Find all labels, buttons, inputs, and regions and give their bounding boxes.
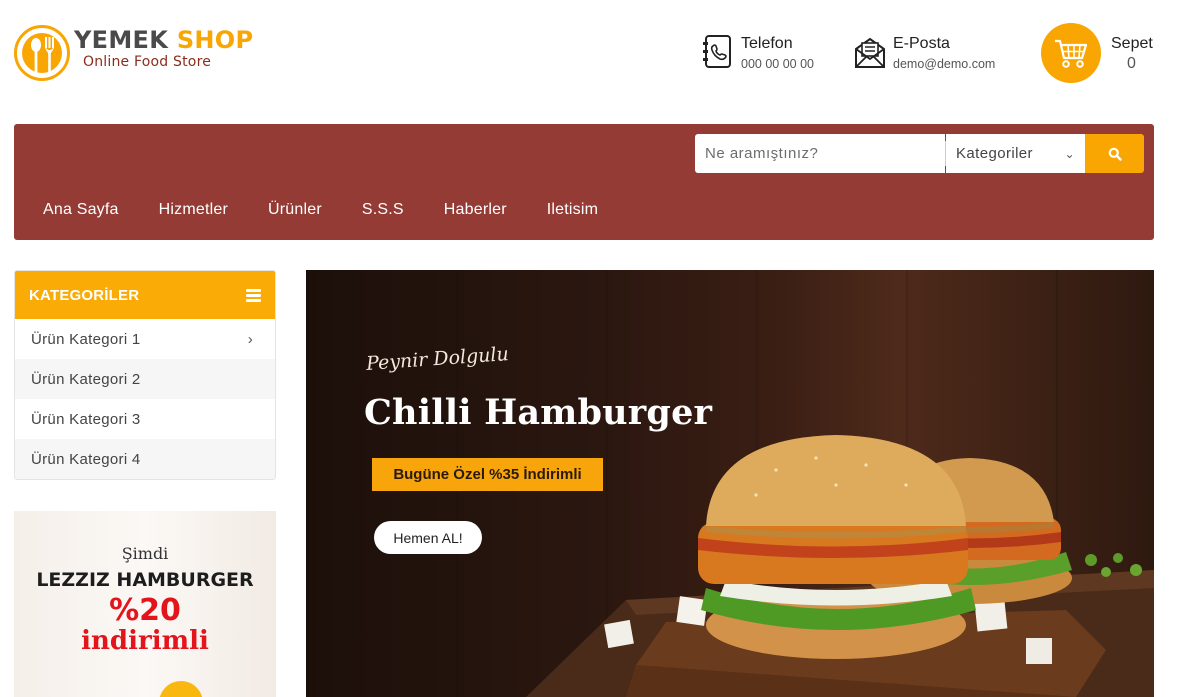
menu-bars-icon[interactable] bbox=[246, 287, 261, 304]
promo-starburst-icon bbox=[159, 681, 203, 697]
cart-count: 0 bbox=[1127, 55, 1136, 72]
promo-banner[interactable]: Şimdi LEZZIZ HAMBURGER %20 indirimli bbox=[14, 511, 276, 697]
nav-item-news[interactable]: Haberler bbox=[444, 201, 507, 219]
site-logo[interactable]: YEMEK SHOP Online Food Store bbox=[14, 25, 253, 81]
fork-spoon-icon bbox=[14, 25, 70, 81]
phone-book-icon bbox=[703, 35, 731, 68]
category-item-label: Ürün Kategori 3 bbox=[31, 410, 141, 428]
main-navbar: Kategoriler ⌄ Ana Sayfa Hizmetler Ürünle… bbox=[14, 124, 1154, 240]
nav-item-home[interactable]: Ana Sayfa bbox=[43, 201, 119, 219]
brand-name: YEMEK SHOP bbox=[74, 26, 254, 54]
brand-tagline: Online Food Store bbox=[83, 54, 212, 70]
email-label: E-Posta bbox=[893, 35, 950, 52]
shopping-cart-icon bbox=[1055, 39, 1088, 68]
category-item-label: Ürün Kategori 4 bbox=[31, 450, 141, 468]
search-input[interactable] bbox=[695, 134, 945, 173]
promo-discount: %20 bbox=[109, 593, 181, 628]
search-button[interactable] bbox=[1085, 134, 1144, 173]
phone-number[interactable]: 000 00 00 00 bbox=[741, 57, 814, 71]
category-panel-title: KATEGORİLER bbox=[29, 286, 140, 304]
category-panel: KATEGORİLER Ürün Kategori 1 › Ürün Kateg… bbox=[14, 270, 276, 480]
search-bar: Kategoriler ⌄ bbox=[695, 134, 1144, 173]
cart-label[interactable]: Sepet bbox=[1111, 35, 1153, 53]
buy-now-button[interactable]: Hemen AL! bbox=[374, 521, 482, 554]
promo-line-1: Şimdi bbox=[121, 544, 169, 563]
cart-button[interactable] bbox=[1041, 23, 1101, 83]
category-select[interactable]: Kategoriler ⌄ bbox=[946, 134, 1085, 173]
envelope-icon bbox=[855, 37, 885, 68]
category-item[interactable]: Ürün Kategori 3 bbox=[15, 399, 275, 439]
nav-item-contact[interactable]: Iletisim bbox=[547, 201, 598, 219]
category-item-label: Ürün Kategori 1 bbox=[31, 330, 141, 348]
chevron-right-icon: › bbox=[247, 330, 253, 348]
email-address[interactable]: demo@demo.com bbox=[893, 57, 995, 71]
email-contact[interactable]: E-Posta demo@demo.com bbox=[854, 34, 995, 71]
hero-discount-badge: Bugüne Özel %35 İndirimli bbox=[372, 458, 603, 491]
chevron-down-icon: ⌄ bbox=[1064, 146, 1075, 161]
category-item[interactable]: Ürün Kategori 1 › bbox=[15, 319, 275, 359]
phone-label: Telefon bbox=[741, 35, 793, 52]
nav-item-faq[interactable]: S.S.S bbox=[362, 201, 404, 219]
category-item[interactable]: Ürün Kategori 2 bbox=[15, 359, 275, 399]
main-menu: Ana Sayfa Hizmetler Ürünler S.S.S Haberl… bbox=[43, 201, 638, 219]
hero-title: Chilli Hamburger bbox=[364, 392, 713, 433]
category-item[interactable]: Ürün Kategori 4 bbox=[15, 439, 275, 479]
promo-line-2: LEZZIZ HAMBURGER bbox=[36, 569, 254, 591]
nav-item-services[interactable]: Hizmetler bbox=[159, 201, 228, 219]
phone-contact[interactable]: Telefon 000 00 00 00 bbox=[702, 34, 814, 71]
promo-line-4: indirimli bbox=[81, 626, 209, 656]
category-panel-header[interactable]: KATEGORİLER bbox=[15, 271, 275, 319]
category-select-label: Kategoriler bbox=[956, 145, 1033, 162]
nav-item-products[interactable]: Ürünler bbox=[268, 201, 322, 219]
category-item-label: Ürün Kategori 2 bbox=[31, 370, 141, 388]
search-icon bbox=[1108, 147, 1122, 161]
hero-slider[interactable]: Peynir Dolgulu Chilli Hamburger Bugüne Ö… bbox=[306, 270, 1154, 697]
